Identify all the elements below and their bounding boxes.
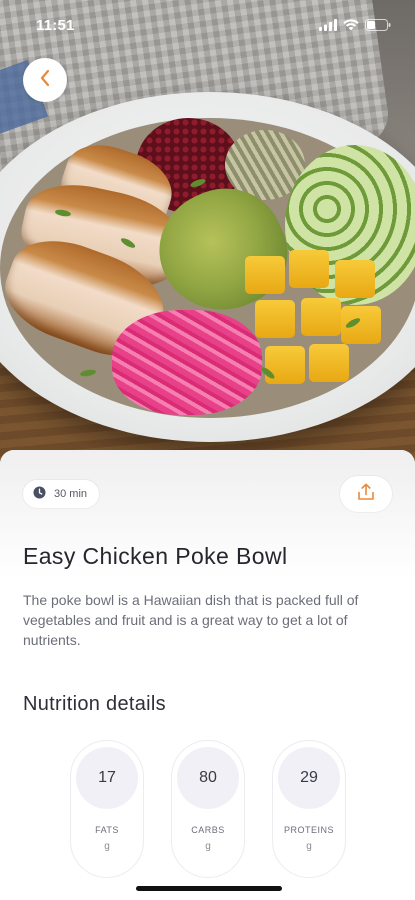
nutrition-section-title: Nutrition details (23, 693, 166, 715)
nutrition-label: FATS (95, 825, 119, 835)
nutrition-card-fats: 17 FATS g (70, 740, 144, 878)
nutrition-card-proteins: 29 PROTEINS g (272, 740, 346, 878)
food-pickled-onion (112, 310, 262, 415)
nutrition-value: 80 (177, 747, 239, 809)
status-time: 11:51 (36, 17, 75, 34)
recipe-description: The poke bowl is a Hawaiian dish that is… (23, 592, 359, 648)
status-bar: 11:51 (0, 0, 415, 48)
battery-icon (365, 18, 391, 36)
wifi-icon (343, 18, 359, 36)
cook-time-badge: 30 min (23, 480, 100, 508)
recipe-title: Easy Chicken Poke Bowl (23, 543, 288, 569)
share-button[interactable] (340, 476, 392, 512)
home-indicator[interactable] (136, 886, 282, 891)
signal-icon (319, 18, 337, 36)
share-icon (356, 482, 376, 507)
nutrition-value: 17 (76, 747, 138, 809)
nutrition-unit: g (104, 841, 110, 852)
clock-icon (33, 486, 46, 502)
nutrition-value: 29 (278, 747, 340, 809)
nutrition-label: CARBS (191, 825, 225, 835)
status-icons (319, 18, 391, 36)
nutrition-unit: g (306, 841, 312, 852)
chevron-left-icon (38, 68, 52, 93)
back-button[interactable] (23, 58, 67, 102)
nutrition-unit: g (205, 841, 211, 852)
nutrition-card-carbs: 80 CARBS g (171, 740, 245, 878)
nutrition-label: PROTEINS (283, 825, 334, 835)
cook-time-text: 30 min (54, 488, 88, 500)
recipe-details-sheet: 30 min Easy Chicken Poke Bowl The poke b… (0, 450, 415, 900)
